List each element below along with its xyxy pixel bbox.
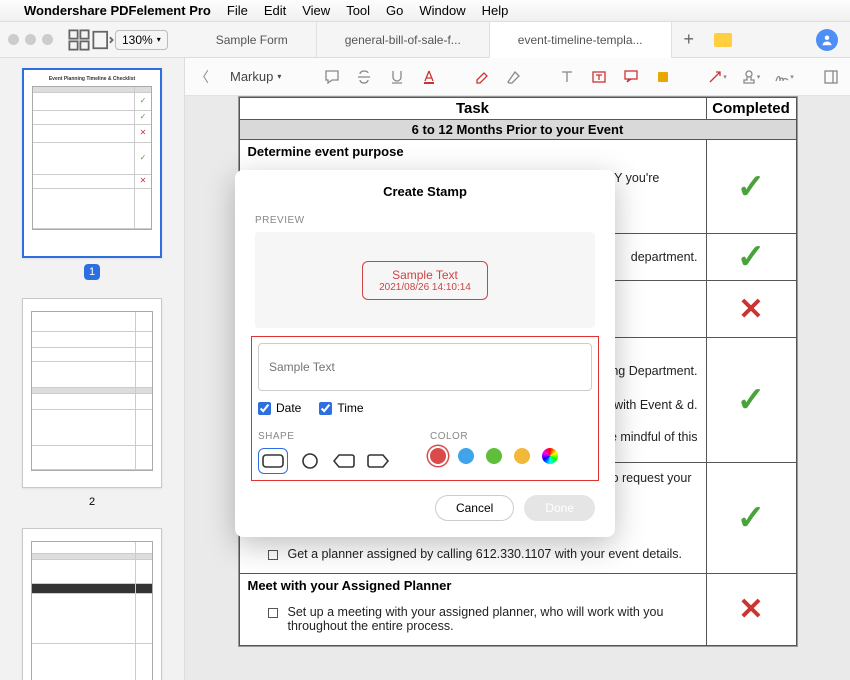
callout-icon[interactable]: [622, 66, 640, 88]
shape-label: SHAPE: [258, 431, 390, 442]
page-thumbnails: Event Planning Timeline & Checklist ✓ ✓ …: [0, 58, 185, 680]
markup-dropdown[interactable]: Markup▾: [223, 65, 288, 88]
tab-bill-of-sale[interactable]: general-bill-of-sale-f...: [317, 22, 490, 58]
sticky-note-icon[interactable]: [654, 66, 672, 88]
stamp-datetime: 2021/08/26 14:10:14: [379, 282, 471, 293]
menu-tool[interactable]: Tool: [346, 3, 370, 18]
stamp-icon[interactable]: ▾: [741, 66, 761, 88]
back-icon[interactable]: 〈: [195, 67, 209, 87]
page-number-2: 2: [84, 494, 100, 510]
stamp-text: Sample Text: [379, 268, 471, 282]
thumb-page-1[interactable]: Event Planning Timeline & Checklist ✓ ✓ …: [22, 68, 162, 258]
task-meet-planner: Meet with your Assigned Planner: [240, 574, 706, 597]
note-icon[interactable]: [323, 66, 341, 88]
task-determine-purpose: Determine event purpose: [240, 140, 706, 163]
time-checkbox[interactable]: Time: [319, 401, 363, 415]
menu-edit[interactable]: Edit: [264, 3, 286, 18]
cancel-button[interactable]: Cancel: [435, 495, 514, 521]
text-icon[interactable]: [558, 66, 576, 88]
color-label: COLOR: [430, 431, 558, 442]
zoom-selector[interactable]: 130%▾: [115, 30, 168, 50]
shape-tag-left[interactable]: [332, 452, 356, 470]
check-icon: ✓: [737, 238, 766, 276]
profile-avatar[interactable]: [816, 29, 838, 51]
shape-rounded-rect[interactable]: [258, 448, 288, 474]
underline-icon[interactable]: [387, 66, 405, 88]
signature-icon[interactable]: ▾: [774, 66, 794, 88]
tab-event-timeline[interactable]: event-timeline-templa...: [490, 22, 672, 58]
eraser-icon[interactable]: [505, 66, 523, 88]
panel-icon[interactable]: [822, 66, 840, 88]
menu-go[interactable]: Go: [386, 3, 403, 18]
strikethrough-icon[interactable]: [355, 66, 373, 88]
col-completed: Completed: [706, 98, 796, 120]
app-name[interactable]: Wondershare PDFelement Pro: [24, 3, 211, 18]
color-blue[interactable]: [458, 448, 474, 464]
stamp-text-input[interactable]: [258, 343, 592, 391]
tab-sample-form[interactable]: Sample Form: [188, 22, 317, 58]
markup-toolbar: 〈 Markup▾ ▾ ▾ ▾: [185, 58, 850, 96]
thumb-page-2[interactable]: [22, 298, 162, 488]
menu-view[interactable]: View: [302, 3, 330, 18]
traffic-lights[interactable]: [8, 34, 53, 45]
shape-circle[interactable]: [298, 452, 322, 470]
highlighted-controls: Date Time SHAPE COLOR: [251, 336, 599, 481]
menu-window[interactable]: Window: [419, 3, 465, 18]
textbox-icon[interactable]: [590, 66, 608, 88]
color-red[interactable]: [430, 448, 446, 464]
check-icon: ✓: [737, 381, 766, 419]
date-checkbox[interactable]: Date: [258, 401, 301, 415]
section-6-12-months: 6 to 12 Months Prior to your Event: [239, 120, 796, 140]
text-color-icon[interactable]: [420, 66, 438, 88]
thumb-page-3[interactable]: [22, 528, 162, 680]
arrow-icon[interactable]: ▾: [707, 66, 727, 88]
dialog-title: Create Stamp: [235, 170, 615, 209]
check-icon: ✓: [737, 499, 766, 537]
col-task: Task: [239, 98, 706, 120]
thumbnails-icon[interactable]: [67, 28, 91, 52]
color-yellow[interactable]: [514, 448, 530, 464]
layout-icon[interactable]: [91, 28, 115, 52]
create-stamp-dialog: Create Stamp PREVIEW Sample Text 2021/08…: [235, 170, 615, 537]
color-custom[interactable]: [542, 448, 558, 464]
page-number-1: 1: [84, 264, 100, 280]
highlight-icon[interactable]: [473, 66, 491, 88]
done-button[interactable]: Done: [524, 495, 595, 521]
cross-icon: ✕: [738, 293, 763, 326]
shape-tag-right[interactable]: [366, 452, 390, 470]
check-icon: ✓: [737, 168, 766, 206]
window-chrome: 130%▾ Sample Form general-bill-of-sale-f…: [0, 22, 850, 58]
color-green[interactable]: [486, 448, 502, 464]
badge-icon[interactable]: [714, 33, 732, 47]
cross-icon: ✕: [738, 593, 763, 626]
preview-label: PREVIEW: [255, 215, 595, 226]
new-tab-button[interactable]: +: [672, 29, 707, 50]
stamp-preview: Sample Text 2021/08/26 14:10:14: [255, 232, 595, 328]
menubar: Wondershare PDFelement Pro File Edit Vie…: [0, 0, 850, 22]
menu-file[interactable]: File: [227, 3, 248, 18]
menu-help[interactable]: Help: [482, 3, 509, 18]
